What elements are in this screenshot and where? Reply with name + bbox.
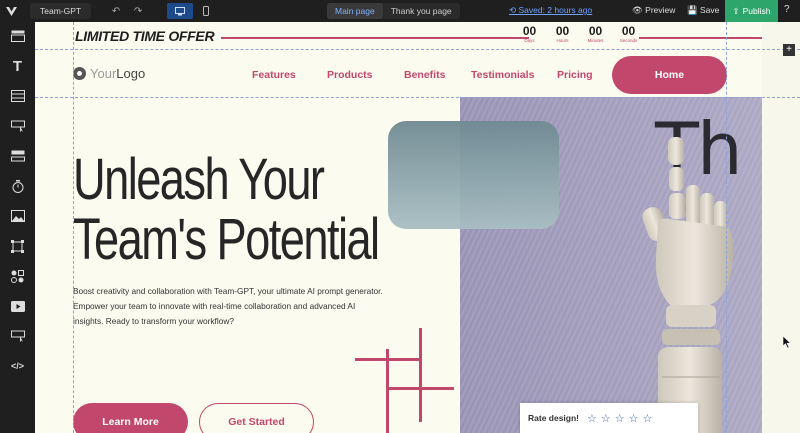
popup-tool-icon[interactable] xyxy=(8,328,27,344)
section-tool-icon[interactable] xyxy=(8,28,27,44)
decor-line-horizontal-2 xyxy=(386,387,454,390)
tab-main-page[interactable]: Main page xyxy=(327,3,383,19)
countdown-minutes-value: 00 xyxy=(588,24,603,38)
countdown-timer[interactable]: 00 Days 00 Hours 00 Minutes 00 Seconds xyxy=(513,24,645,44)
mobile-icon xyxy=(203,6,210,16)
add-section-button[interactable]: + xyxy=(783,44,795,56)
hero-title[interactable]: Unleash Your Team's Potential xyxy=(73,150,416,270)
desktop-icon xyxy=(175,6,186,15)
element-sidebar: T </> xyxy=(0,22,35,433)
tab-thank-you-page[interactable]: Thank you page xyxy=(383,3,460,19)
saved-status-link[interactable]: ⟲ Saved: 2 hours ago xyxy=(509,5,592,16)
nav-link-benefits[interactable]: Benefits xyxy=(404,69,445,81)
layout-tool-icon[interactable] xyxy=(8,88,27,104)
redo-icon[interactable]: ↷ xyxy=(127,2,149,20)
countdown-hours: 00 Hours xyxy=(546,24,579,44)
rate-design-widget: Rate design! ☆ ☆ ☆ ☆ ☆ xyxy=(520,403,698,433)
button-tool-icon[interactable] xyxy=(8,118,27,134)
floppy-icon: 💾 xyxy=(687,5,700,15)
code-tool-icon[interactable]: </> xyxy=(8,358,27,374)
countdown-minutes-label: Minutes xyxy=(587,38,604,43)
preview-button[interactable]: 👁 Preview xyxy=(632,5,675,16)
top-toolbar: Team-GPT ↶ ↷ Main page Thank you page ⟲ … xyxy=(0,0,800,22)
countdown-hours-label: Hours xyxy=(556,38,569,43)
desktop-view-button[interactable] xyxy=(167,3,194,19)
offer-divider-left xyxy=(221,37,529,39)
timer-tool-icon[interactable] xyxy=(8,178,27,194)
decor-line-vertical-2 xyxy=(419,328,422,422)
guide-line-left xyxy=(73,22,74,433)
nav-link-products[interactable]: Products xyxy=(327,69,373,81)
countdown-hours-value: 00 xyxy=(555,24,570,38)
saved-status-text: Saved: 2 hours ago xyxy=(518,5,593,15)
brand-your-text: Your xyxy=(90,66,117,81)
page-tabs: Main page Thank you page xyxy=(327,3,460,19)
mouse-cursor-icon xyxy=(783,336,792,349)
rate-design-label: Rate design! xyxy=(528,413,580,423)
countdown-days-value: 00 xyxy=(522,24,537,38)
save-label: Save xyxy=(699,5,720,15)
countdown-seconds-label: Seconds xyxy=(619,38,638,43)
logo-icon xyxy=(73,67,86,80)
undo-icon[interactable]: ↶ xyxy=(105,2,127,20)
preview-label: Preview xyxy=(645,5,676,15)
learn-more-button[interactable]: Learn More xyxy=(73,403,188,433)
canvas-right-margin xyxy=(762,22,800,433)
image-tool-icon[interactable] xyxy=(8,208,27,224)
nav-link-testimonials[interactable]: Testimonials xyxy=(471,69,534,81)
eye-icon: 👁 xyxy=(632,5,646,15)
upload-icon: ⇪ xyxy=(732,5,740,16)
publish-button[interactable]: ⇪ Publish xyxy=(725,0,778,22)
offer-title[interactable]: LIMITED TIME OFFER xyxy=(75,28,215,44)
project-name[interactable]: Team-GPT xyxy=(30,3,92,19)
countdown-days-label: Days xyxy=(524,38,535,43)
guide-line-top xyxy=(35,49,800,50)
star-icon[interactable]: ☆ xyxy=(587,412,597,425)
decor-line-vertical-1 xyxy=(386,349,389,433)
countdown-minutes: 00 Minutes xyxy=(579,24,612,44)
robot-hand-illustration xyxy=(642,137,734,433)
device-switcher xyxy=(167,3,219,19)
hero-description[interactable]: Boost creativity and collaboration with … xyxy=(73,284,383,329)
save-button[interactable]: 💾 Save xyxy=(687,5,719,16)
text-tool-icon[interactable]: T xyxy=(8,58,27,75)
get-started-button[interactable]: Get Started xyxy=(199,403,314,433)
shape-tool-icon[interactable] xyxy=(8,238,27,254)
nav-link-pricing[interactable]: Pricing xyxy=(557,69,593,81)
mobile-view-button[interactable] xyxy=(193,3,219,19)
star-icon[interactable]: ☆ xyxy=(601,412,611,425)
app-logo-icon[interactable] xyxy=(0,0,22,22)
star-icon[interactable]: ☆ xyxy=(615,412,625,425)
rating-stars: ☆ ☆ ☆ ☆ ☆ xyxy=(587,412,652,425)
star-icon[interactable]: ☆ xyxy=(629,412,639,425)
nav-link-features[interactable]: Features xyxy=(252,69,296,81)
publish-label: Publish xyxy=(742,6,771,16)
countdown-days: 00 Days xyxy=(513,24,546,44)
form-tool-icon[interactable] xyxy=(8,148,27,164)
page-canvas: LIMITED TIME OFFER 00 Days 00 Hours 00 M… xyxy=(35,22,800,433)
countdown-seconds: 00 Seconds xyxy=(612,24,645,44)
home-button[interactable]: Home xyxy=(612,56,727,94)
offer-divider-right xyxy=(639,37,762,39)
decor-line-horizontal-1 xyxy=(355,358,419,361)
widgets-tool-icon[interactable] xyxy=(8,268,27,284)
guide-line-right xyxy=(726,22,727,433)
brand-logo[interactable]: YourLogo xyxy=(73,66,145,81)
video-tool-icon[interactable] xyxy=(8,298,27,314)
countdown-seconds-value: 00 xyxy=(621,24,636,38)
guide-line-nav xyxy=(35,97,800,98)
star-icon[interactable]: ☆ xyxy=(643,412,653,425)
help-button[interactable]: ? xyxy=(784,4,790,15)
brand-logo-text: Logo xyxy=(116,66,146,81)
